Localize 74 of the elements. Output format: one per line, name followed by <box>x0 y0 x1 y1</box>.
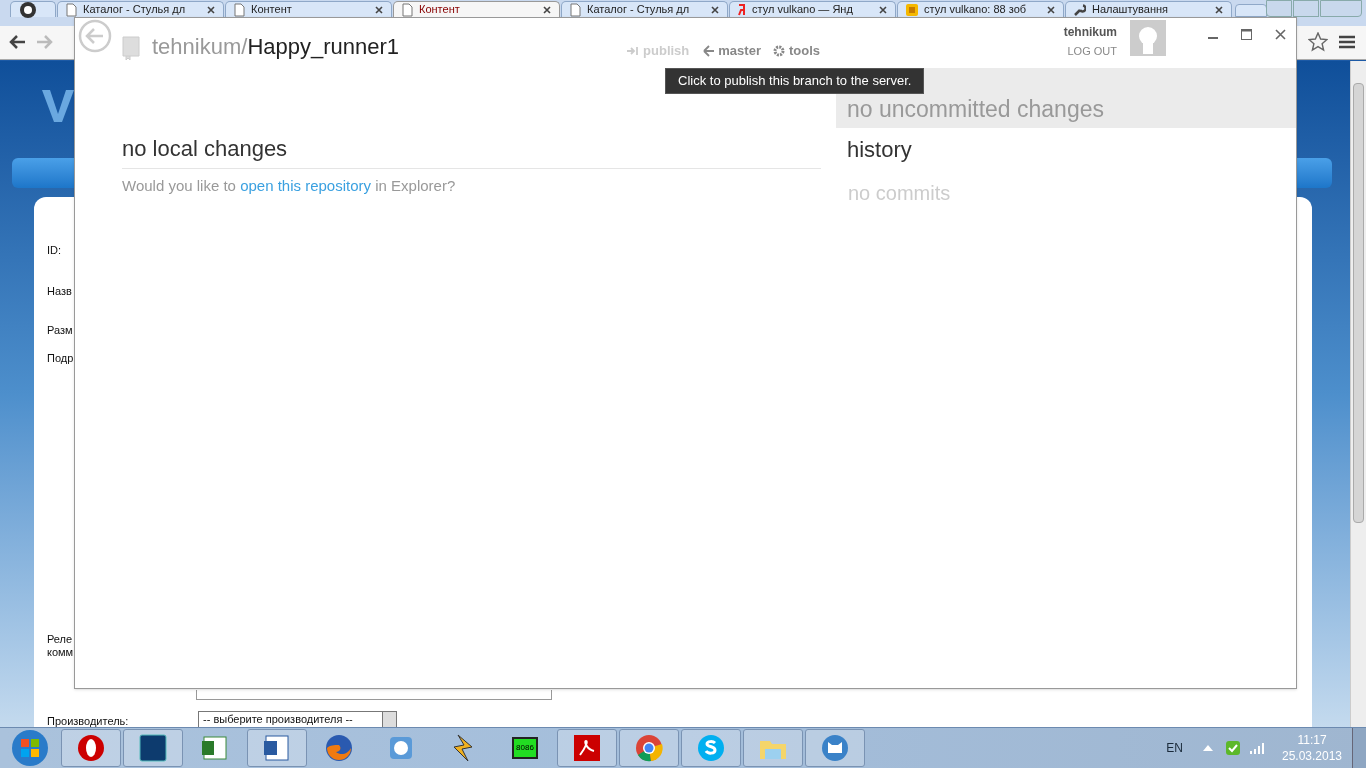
browser-tab[interactable]: Контент <box>225 1 392 17</box>
tab-title: Контент <box>251 3 293 16</box>
tab-title: стул vulkano — Янд <box>752 3 854 16</box>
close-icon[interactable] <box>375 5 383 14</box>
repo-name: Happy_runner1 <box>247 34 400 59</box>
section-heading: no local changes <box>122 134 821 169</box>
form-label: Производитель: <box>47 714 129 729</box>
star-icon[interactable] <box>1308 32 1328 52</box>
close-icon[interactable] <box>207 5 215 14</box>
minimize-icon[interactable] <box>1208 36 1218 40</box>
explorer-prompt: Would you like to open this repository in Explorer? <box>122 176 457 196</box>
tray-arrow-icon[interactable] <box>1203 745 1213 751</box>
images-icon <box>906 3 918 16</box>
browser-tab[interactable]: Каталог - Стулья дл <box>57 1 224 17</box>
chip-icon: 8086 <box>512 737 538 759</box>
opera-icon <box>76 733 106 763</box>
close-icon[interactable] <box>1215 5 1223 14</box>
back-icon[interactable] <box>8 34 26 50</box>
book-icon <box>122 36 140 60</box>
taskbar-button[interactable] <box>123 729 183 767</box>
tab-title: Налаштування <box>1092 3 1170 16</box>
start-button[interactable] <box>11 729 49 767</box>
yandex-icon <box>738 3 746 16</box>
menu-icon[interactable] <box>1339 35 1355 49</box>
repo-owner: tehnikum/ <box>152 34 248 59</box>
close-icon[interactable] <box>1275 29 1286 40</box>
taskbar-button[interactable] <box>557 729 617 767</box>
skype-icon <box>696 733 726 763</box>
language-indicator[interactable]: EN <box>1166 739 1183 757</box>
show-desktop-button[interactable] <box>1352 728 1366 768</box>
toolbar-button[interactable]: master <box>701 41 761 61</box>
browser-tab[interactable]: Налаштування <box>1065 1 1232 17</box>
toolbar-button[interactable]: tools <box>772 41 820 61</box>
section-heading: history <box>846 136 913 164</box>
logout-link[interactable]: LOG OUT <box>1067 43 1117 60</box>
form-label: Реле комм <box>47 633 74 659</box>
close-icon[interactable] <box>711 5 719 14</box>
user-name: tehnikum <box>1063 24 1117 41</box>
acrobat-icon <box>572 733 602 763</box>
taskbar-button[interactable] <box>61 729 121 767</box>
taskbar-button[interactable] <box>247 729 307 767</box>
browser-tab[interactable]: Каталог - Стулья дл <box>561 1 728 17</box>
browser-tab[interactable] <box>10 1 56 17</box>
maximize-icon[interactable] <box>1241 29 1252 40</box>
browser-tab[interactable]: Контент <box>393 1 560 17</box>
chrome-icon <box>634 733 664 763</box>
shield-check-icon[interactable] <box>1226 741 1240 755</box>
publish-icon <box>627 45 640 56</box>
browser-tab[interactable]: стул vulkano: 88 зоб <box>897 1 1064 17</box>
form-label: Разм <box>47 324 73 337</box>
form-label: ID: <box>47 244 62 257</box>
taskbar-button[interactable] <box>805 729 865 767</box>
form-label: Назв <box>47 285 72 298</box>
tab-title: Каталог - Стулья дл <box>587 3 691 16</box>
wrench-icon <box>1074 3 1086 16</box>
form-label: Подр <box>47 352 74 365</box>
textarea-field[interactable] <box>196 690 552 700</box>
gear-icon <box>772 44 785 57</box>
tab-title: Контент <box>419 3 461 16</box>
tooltip: Click to publish this branch to the server. <box>665 68 925 94</box>
document-icon <box>262 733 292 763</box>
close-icon[interactable] <box>543 5 551 14</box>
browser-tab[interactable]: стул vulkano — Янд <box>729 1 896 17</box>
signal-icon[interactable] <box>1250 742 1266 754</box>
taskbar-button[interactable]: 8086 <box>495 729 555 767</box>
scrollbar[interactable] <box>1350 61 1366 727</box>
taskbar-button[interactable] <box>681 729 741 767</box>
fox-globe-icon <box>324 733 354 763</box>
close-icon[interactable] <box>879 5 887 14</box>
tab-title: стул vulkano: 88 зоб <box>924 3 1028 16</box>
spreadsheet-icon <box>200 733 230 763</box>
logo-drawing <box>42 88 74 124</box>
close-icon[interactable] <box>1047 5 1055 14</box>
tab-title: Каталог - Стулья дл <box>83 3 187 16</box>
